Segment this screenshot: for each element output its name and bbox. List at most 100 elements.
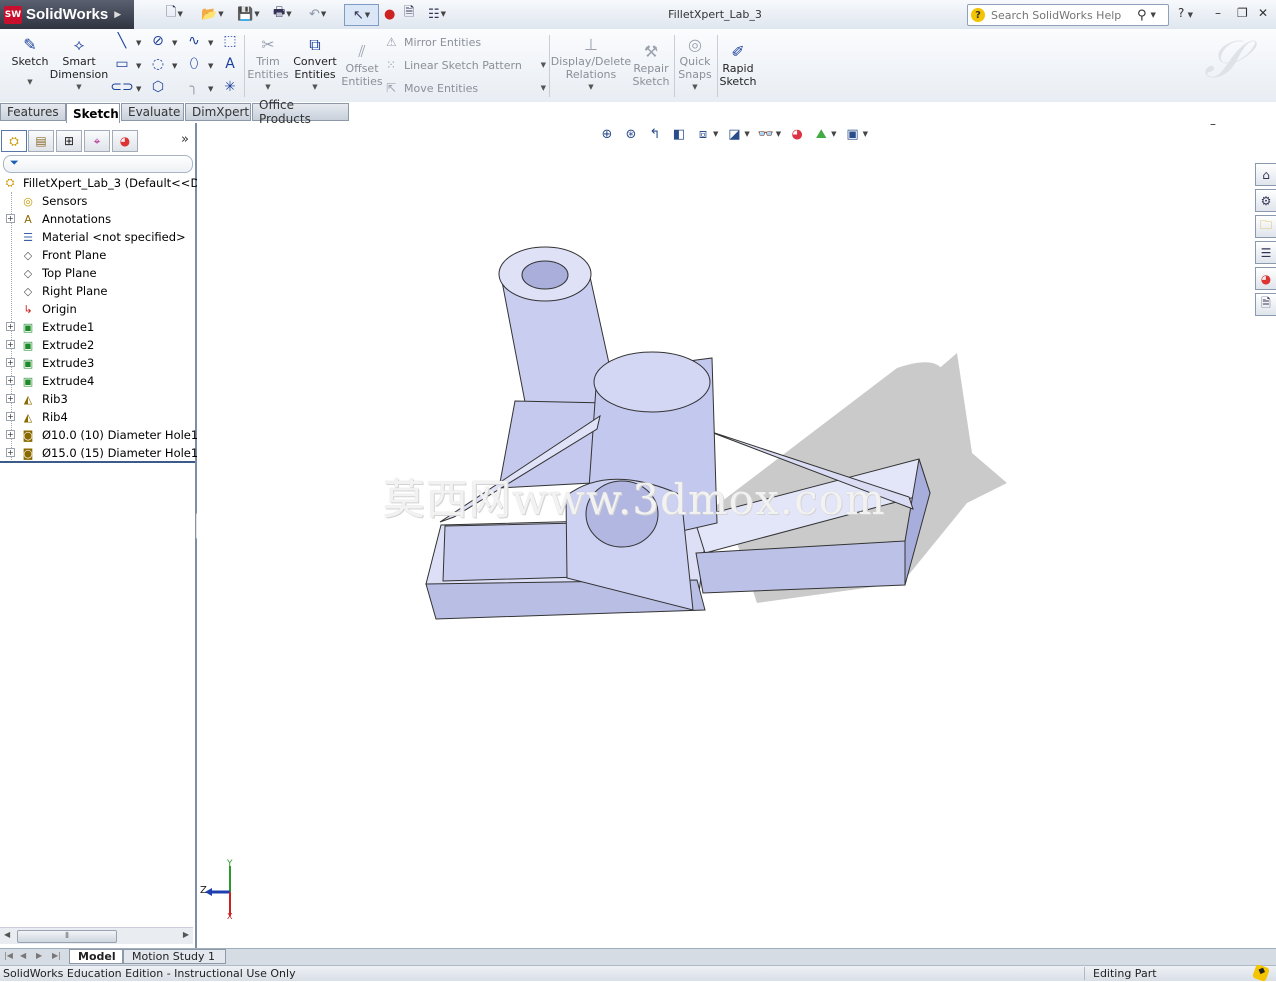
scroll-left-icon[interactable]: ◀ — [4, 930, 10, 939]
expand-icon[interactable]: + — [6, 448, 15, 457]
offset-entities-button[interactable]: ⫽ Offset Entities — [341, 40, 383, 88]
feature-tree-filter[interactable]: ⏷ — [3, 155, 193, 173]
property-manager-tab[interactable]: ▤ — [28, 130, 54, 152]
tab-features[interactable]: Features — [0, 103, 66, 121]
file-properties-button[interactable]: 🗎 — [404, 4, 414, 24]
tree-item-sensors[interactable]: ◎ Sensors — [0, 192, 195, 210]
expand-icon[interactable]: + — [6, 214, 15, 223]
line-tool[interactable]: ╲ — [114, 33, 130, 49]
expand-icon[interactable]: + — [6, 412, 15, 421]
more-tabs-chevron-icon[interactable]: » — [181, 132, 189, 147]
design-library-tab[interactable]: ⚙ — [1255, 189, 1276, 212]
tree-item-material-not-specified[interactable]: ☰ Material <not specified> — [0, 228, 195, 246]
expand-icon[interactable]: + — [6, 340, 15, 349]
mirror-entities-button[interactable]: ⚠ Mirror Entities — [386, 33, 481, 51]
display-manager-tab[interactable]: ◕ — [112, 130, 138, 152]
tree-item-10-0-10-diameter-hole1[interactable]: + ◙ Ø10.0 (10) Diameter Hole1 — [0, 426, 198, 444]
tree-root-part[interactable]: ⛭ FilletXpert_Lab_3 (Default<<Def — [0, 174, 211, 192]
arc-tool[interactable]: ◌ — [150, 56, 166, 72]
tree-item-extrude1[interactable]: + ▣ Extrude1 — [0, 318, 195, 336]
expand-icon[interactable]: + — [6, 376, 15, 385]
circle-tool[interactable]: ⊘ — [150, 33, 166, 49]
sketch-button[interactable]: ✎ Sketch ▼ — [10, 33, 50, 89]
tab-model[interactable]: Model — [69, 949, 123, 964]
move-entities-button[interactable]: ⇱ Move Entities ▼ — [386, 79, 546, 97]
options-button[interactable]: ☷ ▼ — [428, 4, 446, 24]
text-tool[interactable]: A — [222, 56, 238, 72]
polygon-tool[interactable]: ⬡ — [150, 79, 166, 95]
boss-hole — [521, 260, 569, 290]
tree-item-top-plane[interactable]: ◇ Top Plane — [0, 264, 195, 282]
feature-manager-tab[interactable]: ⛭ — [1, 130, 27, 152]
tree-item-front-plane[interactable]: ◇ Front Plane — [0, 246, 195, 264]
repair-sketch-button[interactable]: ⚒ Repair Sketch — [632, 40, 670, 88]
open-button[interactable]: 📂 ▼ — [201, 4, 224, 24]
fillet-tool[interactable]: ╮ — [186, 79, 202, 95]
feature-tree-horizontal-scrollbar[interactable]: ◀ ⦀ ▶ — [0, 927, 193, 944]
undo-button[interactable]: ↶ ▼ — [309, 4, 326, 24]
tree-item-annotations[interactable]: + A Annotations — [0, 210, 195, 228]
next-tab-icon[interactable]: ▶ — [36, 951, 42, 960]
quick-snaps-button[interactable]: ◎ Quick Snaps ▼ — [676, 33, 714, 94]
rapid-sketch-button[interactable]: ✐ Rapid Sketch — [719, 40, 757, 88]
scroll-thumb[interactable]: ⦀ — [17, 930, 117, 943]
first-tab-icon[interactable]: |◀ — [4, 951, 13, 960]
tab-motion-study-1[interactable]: Motion Study 1 — [123, 949, 226, 964]
linear-sketch-pattern-button[interactable]: ⁙ Linear Sketch Pattern ▼ — [386, 56, 546, 74]
tree-item-15-0-15-diameter-hole1[interactable]: + ◙ Ø15.0 (15) Diameter Hole1 — [0, 444, 198, 462]
solidworks-resources-tab[interactable]: ⌂ — [1255, 163, 1276, 186]
scroll-right-icon[interactable]: ▶ — [183, 930, 189, 939]
expand-icon[interactable]: + — [6, 394, 15, 403]
save-button[interactable]: 💾 ▼ — [237, 4, 260, 24]
select-button[interactable]: ↖ ▼ — [344, 4, 379, 26]
print-button[interactable]: 🖶 ▼ — [273, 4, 292, 24]
help-search-box[interactable]: ? ⚲ ▼ — [967, 4, 1169, 26]
prev-tab-icon[interactable]: ◀ — [20, 951, 26, 960]
graphics-area[interactable]: ⊕ ⊛ ↰ ◧ ⧈▼ ◪▼ 👓▼ ◕ ⛰▼ ▣▼ – ❐ ✕ — [197, 123, 1276, 948]
tab-office-products[interactable]: Office Products — [252, 98, 349, 126]
minimize-button[interactable]: – — [1215, 6, 1221, 20]
appearances-tab[interactable]: ◕ — [1255, 267, 1276, 290]
rollback-bar[interactable] — [0, 461, 195, 463]
triad-z-label: Z — [200, 885, 207, 896]
help-search-input[interactable] — [989, 7, 1133, 23]
ellipse-tool[interactable]: ⬯ — [186, 56, 202, 72]
file-explorer-tab[interactable]: 🗀 — [1255, 215, 1276, 238]
tree-item-rib4[interactable]: + ◭ Rib4 — [0, 408, 195, 426]
tree-item-origin[interactable]: ↳ Origin — [0, 300, 195, 318]
solidworks-menu-button[interactable]: SW SolidWorks ▶ — [0, 0, 134, 29]
trim-entities-button[interactable]: ✂ Trim Entities ▼ — [247, 33, 289, 94]
view-palette-tab[interactable]: ☰ — [1255, 241, 1276, 264]
smart-dimension-button[interactable]: ⟡ Smart Dimension ▼ — [50, 33, 108, 94]
configuration-manager-tab[interactable]: ⊞ — [56, 130, 82, 152]
last-tab-icon[interactable]: ▶| — [52, 951, 61, 960]
restore-button[interactable]: ❐ — [1237, 6, 1248, 20]
tab-sketch[interactable]: Sketch — [66, 103, 120, 123]
construction-geometry-tool[interactable]: ⬚ — [222, 33, 238, 49]
tree-item-extrude2[interactable]: + ▣ Extrude2 — [0, 336, 195, 354]
tab-dimxpert[interactable]: DimXpert — [185, 103, 251, 121]
rebuild-button[interactable]: ● — [384, 4, 395, 24]
search-icon[interactable]: ⚲ — [1137, 8, 1147, 23]
tab-evaluate[interactable]: Evaluate — [121, 103, 184, 121]
slot-tool[interactable]: ⊂⊃ — [110, 79, 133, 95]
expand-icon[interactable]: + — [6, 322, 15, 331]
new-document-button[interactable]: 🗋 ▼ — [166, 4, 183, 24]
convert-entities-button[interactable]: ⧉ Convert Entities ▼ — [292, 33, 338, 94]
tree-item-extrude4[interactable]: + ▣ Extrude4 — [0, 372, 195, 390]
circle-icon: ⊘ — [152, 33, 164, 49]
point-tool[interactable]: ✳ — [222, 79, 238, 95]
tree-item-rib3[interactable]: + ◭ Rib3 — [0, 390, 195, 408]
spline-tool[interactable]: ∿ — [186, 33, 202, 49]
dimxpert-manager-tab[interactable]: ⌖ — [84, 130, 110, 152]
expand-icon[interactable]: + — [6, 358, 15, 367]
close-button[interactable]: ✕ — [1258, 6, 1268, 20]
help-button[interactable]: ? ▼ — [1178, 6, 1193, 20]
custom-properties-tab[interactable]: 🗎 — [1255, 293, 1276, 316]
tree-item-right-plane[interactable]: ◇ Right Plane — [0, 282, 195, 300]
tree-item-extrude3[interactable]: + ▣ Extrude3 — [0, 354, 195, 372]
expand-icon[interactable]: + — [6, 430, 15, 439]
tag-icon[interactable]: ◆ — [1252, 964, 1270, 982]
rectangle-tool[interactable]: ▭ — [114, 56, 130, 72]
display-delete-relations-button[interactable]: ⊥ Display/Delete Relations ▼ — [551, 33, 631, 94]
